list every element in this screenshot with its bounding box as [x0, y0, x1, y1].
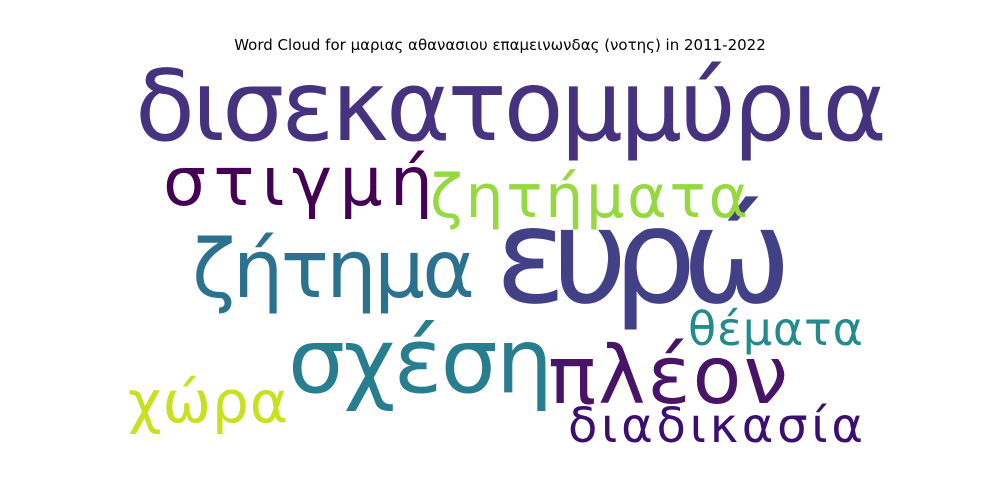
word-4: ζήτημα	[192, 223, 475, 316]
word-8: χώρα	[128, 368, 288, 436]
word-5: σχέση	[288, 309, 553, 414]
word-3: ζητήματα	[430, 162, 748, 232]
word-cloud: δισεκατομμύριαευρώστιγμήζητήματαζήτημασχ…	[128, 50, 887, 454]
word-9: διαδικασία	[568, 398, 863, 454]
word-2: στιγμή	[163, 143, 433, 222]
word-7: θέματα	[688, 302, 863, 356]
